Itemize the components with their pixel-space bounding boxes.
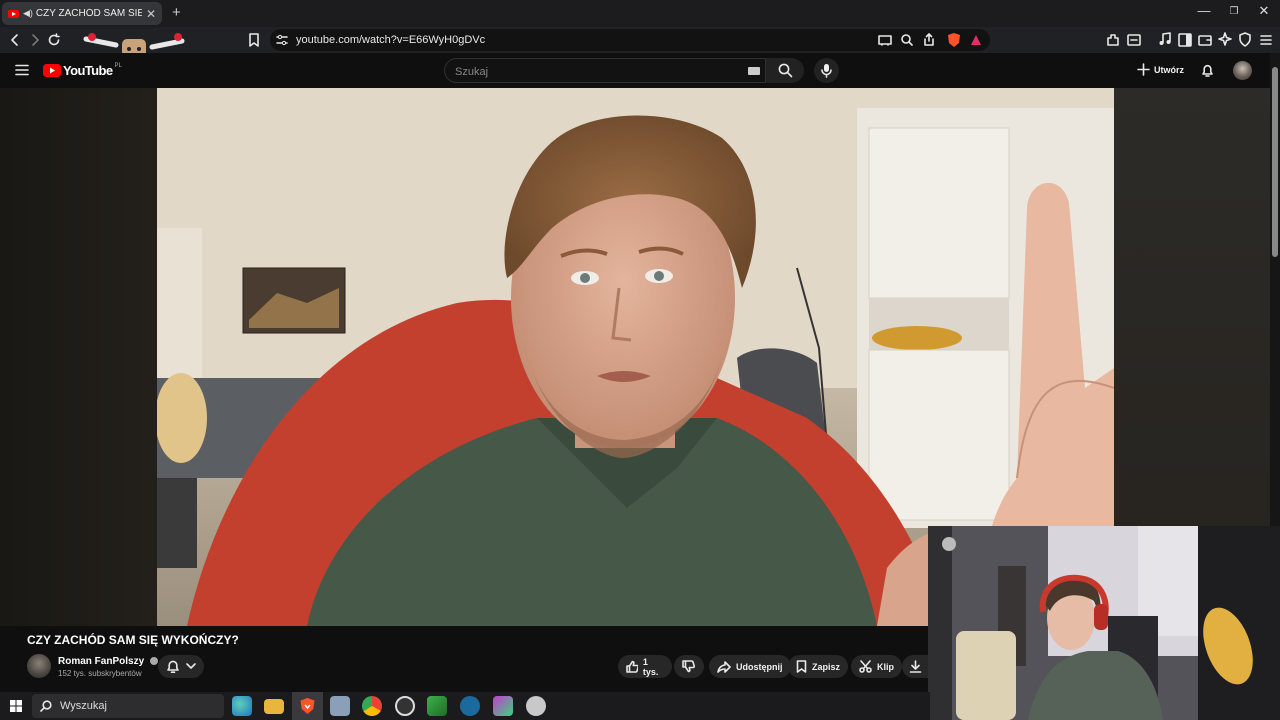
- channel-name[interactable]: Roman FanPolszy: [58, 656, 158, 667]
- bookmark-icon[interactable]: [248, 33, 260, 47]
- windows-taskbar: Wyszukaj: [0, 692, 930, 720]
- back-icon[interactable]: [8, 33, 22, 47]
- region-code: PL: [114, 63, 122, 69]
- clip-label: Klip: [877, 661, 894, 672]
- youtube-logo-text: YouTube: [63, 63, 113, 78]
- share-page-icon[interactable]: [923, 33, 935, 46]
- site-settings-icon[interactable]: [276, 34, 288, 46]
- account-avatar[interactable]: [1233, 61, 1252, 80]
- create-label: Utwórz: [1154, 64, 1184, 75]
- windows-start-icon[interactable]: [10, 700, 22, 712]
- voice-search-button[interactable]: [814, 58, 839, 83]
- leo-ai-icon[interactable]: [1218, 32, 1232, 46]
- plus-icon: [1137, 63, 1150, 76]
- save-bookmark-icon: [796, 660, 807, 673]
- taskbar-search[interactable]: Wyszukaj: [32, 694, 224, 718]
- search-button[interactable]: [766, 58, 804, 83]
- share-label: Udostępnij: [736, 661, 783, 672]
- reload-icon[interactable]: [47, 33, 61, 47]
- url-text: youtube.com/watch?v=E66WyH0gDVc: [296, 34, 486, 46]
- guide-menu-icon[interactable]: [15, 64, 29, 76]
- taskbar-active-app[interactable]: [292, 692, 323, 720]
- channel-name-text: Roman FanPolszy: [58, 656, 145, 667]
- close-tab-icon[interactable]: ✕: [146, 7, 156, 21]
- media-player-icon[interactable]: [427, 696, 447, 716]
- verified-icon: [149, 657, 158, 666]
- subscription-bell-button[interactable]: [158, 655, 204, 678]
- menu-icon[interactable]: [1259, 33, 1273, 47]
- save-label: Zapisz: [812, 661, 841, 672]
- channel-avatar[interactable]: [27, 654, 51, 678]
- streamer-webcam-overlay: [928, 526, 1280, 720]
- bell-ring-icon: [167, 660, 179, 673]
- browser-tab-bar: ◀) CZY ZACHÓD SAM SIĘ WYKOŃ ✕ + — ❐ ✕: [0, 0, 1280, 27]
- vpn-icon[interactable]: [1238, 32, 1252, 47]
- steam-icon[interactable]: [460, 696, 480, 716]
- scrollbar-thumb[interactable]: [1272, 67, 1278, 257]
- download-icon: [909, 660, 922, 673]
- search-input[interactable]: Szukaj: [444, 58, 766, 83]
- wallet-ext-icon[interactable]: [1127, 33, 1141, 47]
- obs-icon[interactable]: [395, 696, 415, 716]
- file-explorer-icon[interactable]: [264, 699, 284, 714]
- tab-title: CZY ZACHÓD SAM SIĘ WYKOŃ: [35, 8, 142, 19]
- like-button[interactable]: 1 tys.: [618, 655, 672, 678]
- browser-toolbar: youtube.com/watch?v=E66WyH0gDVc: [0, 27, 1280, 65]
- window-close-icon[interactable]: ✕: [1254, 3, 1274, 19]
- video-title: CZY ZACHÓD SAM SIĘ WYKOŃCZY?: [27, 633, 239, 647]
- youtube-logo-icon: [43, 64, 61, 77]
- extensions-icon[interactable]: [1106, 33, 1120, 47]
- chevron-down-icon: [186, 663, 196, 669]
- taskbar-search-placeholder: Wyszukaj: [60, 700, 107, 712]
- zoom-icon[interactable]: [901, 34, 913, 46]
- cast-icon[interactable]: [878, 34, 892, 46]
- brave-shields-icon[interactable]: [947, 32, 961, 48]
- thumbs-up-icon: [626, 660, 638, 673]
- youtube-logo[interactable]: YouTube PL: [43, 63, 122, 78]
- create-button[interactable]: Utwórz: [1137, 63, 1184, 76]
- edge-icon[interactable]: [232, 696, 252, 716]
- minimize-icon[interactable]: —: [1194, 3, 1214, 18]
- dislike-button[interactable]: [674, 655, 704, 678]
- scissors-icon: [859, 660, 872, 673]
- save-button[interactable]: Zapisz: [788, 655, 849, 678]
- brave-rewards-icon[interactable]: [970, 34, 982, 46]
- address-bar[interactable]: youtube.com/watch?v=E66WyH0gDVc: [270, 29, 990, 51]
- download-button[interactable]: [902, 655, 930, 678]
- thumbs-down-icon: [682, 660, 695, 673]
- media-icon[interactable]: [1158, 32, 1172, 46]
- restore-icon[interactable]: ❐: [1224, 6, 1244, 17]
- forward-icon[interactable]: [28, 33, 42, 47]
- webcam-scene: [928, 526, 1280, 720]
- sidebar-icon[interactable]: [1178, 33, 1192, 47]
- wallet-icon[interactable]: [1198, 33, 1212, 47]
- browser-tab[interactable]: ◀) CZY ZACHÓD SAM SIĘ WYKOŃ ✕: [2, 2, 162, 25]
- like-count: 1 tys.: [642, 656, 659, 677]
- search-icon: [778, 63, 793, 78]
- taskbar-search-icon: [40, 700, 52, 712]
- new-tab-icon[interactable]: +: [172, 4, 181, 21]
- notepad-icon[interactable]: [330, 696, 350, 716]
- microphone-icon: [821, 64, 832, 78]
- speaker-icon[interactable]: ◀): [23, 8, 33, 19]
- discord-icon[interactable]: [526, 696, 546, 716]
- brave-browser-icon: [300, 698, 315, 714]
- keyboard-icon[interactable]: [748, 67, 760, 75]
- youtube-header: YouTube PL Szukaj Utwórz: [0, 53, 1280, 88]
- share-icon: [717, 660, 731, 673]
- youtube-favicon-icon: [8, 9, 19, 18]
- chrome-icon[interactable]: [362, 696, 382, 716]
- notifications-bell-icon[interactable]: [1201, 63, 1214, 78]
- share-button[interactable]: Udostępnij: [709, 655, 791, 678]
- clip-button[interactable]: Klip: [851, 655, 902, 678]
- app-icon[interactable]: [493, 696, 513, 716]
- subscriber-count: 152 tys. subskrybentów: [58, 669, 142, 678]
